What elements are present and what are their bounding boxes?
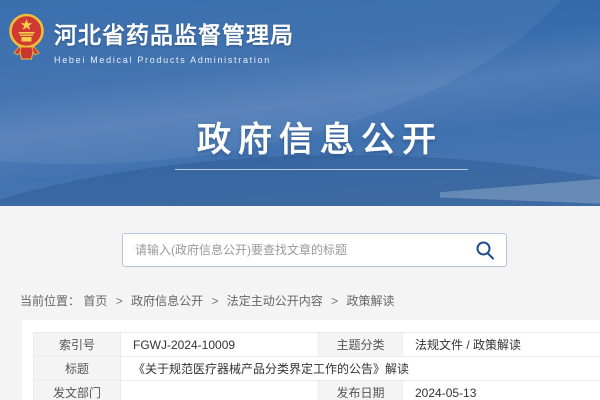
- header-banner: 河北省药品监督管理局 Hebei Medical Products Admini…: [0, 0, 600, 206]
- search-input[interactable]: [122, 233, 507, 267]
- title-underline: [175, 169, 468, 170]
- site-logo[interactable]: 河北省药品监督管理局 Hebei Medical Products Admini…: [8, 11, 294, 65]
- breadcrumb-item-policy-interpretation[interactable]: 政策解读: [347, 294, 395, 308]
- breadcrumb-separator: >: [211, 294, 218, 308]
- publish-date-value: 2024-05-13: [403, 381, 600, 400]
- breadcrumb-item-statutory-disclosure[interactable]: 法定主动公开内容: [227, 294, 323, 308]
- table-row: 标题 《关于规范医疗器械产品分类界定工作的公告》解读: [34, 357, 600, 381]
- site-title-block: 河北省药品监督管理局 Hebei Medical Products Admini…: [54, 11, 294, 65]
- search-button[interactable]: [475, 240, 495, 260]
- site-name: 河北省药品监督管理局: [54, 16, 294, 50]
- title-value: 《关于规范医疗器械产品分类界定工作的公告》解读: [121, 357, 600, 381]
- breadcrumb-item-home[interactable]: 首页: [83, 294, 107, 308]
- document-card: 索引号 FGWJ-2024-10009 主题分类 法规文件 / 政策解读 标题 …: [22, 320, 600, 400]
- index-number-value: FGWJ-2024-10009: [121, 333, 319, 357]
- breadcrumb-prefix: 当前位置：: [20, 294, 80, 308]
- search-icon: [475, 240, 495, 260]
- issuing-dept-value: [121, 381, 319, 400]
- table-row: 索引号 FGWJ-2024-10009 主题分类 法规文件 / 政策解读: [34, 333, 600, 357]
- national-emblem-icon: [8, 11, 45, 61]
- title-label: 标题: [34, 357, 121, 381]
- index-number-label: 索引号: [34, 333, 121, 357]
- breadcrumb-item-info-disclosure[interactable]: 政府信息公开: [131, 294, 203, 308]
- subject-category-value: 法规文件 / 政策解读: [403, 333, 600, 357]
- page: 河北省药品监督管理局 Hebei Medical Products Admini…: [0, 0, 600, 400]
- table-row: 发文部门 发布日期 2024-05-13: [34, 381, 600, 400]
- breadcrumb-separator: >: [331, 294, 338, 308]
- search-bar: [122, 233, 507, 267]
- site-name-english: Hebei Medical Products Administration: [54, 55, 294, 65]
- breadcrumb: 当前位置： 首页 > 政府信息公开 > 法定主动公开内容 > 政策解读: [20, 292, 395, 309]
- issuing-dept-label: 发文部门: [34, 381, 121, 400]
- subject-category-label: 主题分类: [319, 333, 403, 357]
- breadcrumb-separator: >: [116, 294, 123, 308]
- publish-date-label: 发布日期: [319, 381, 403, 400]
- document-meta-table: 索引号 FGWJ-2024-10009 主题分类 法规文件 / 政策解读 标题 …: [33, 332, 600, 400]
- page-title: 政府信息公开: [0, 112, 600, 161]
